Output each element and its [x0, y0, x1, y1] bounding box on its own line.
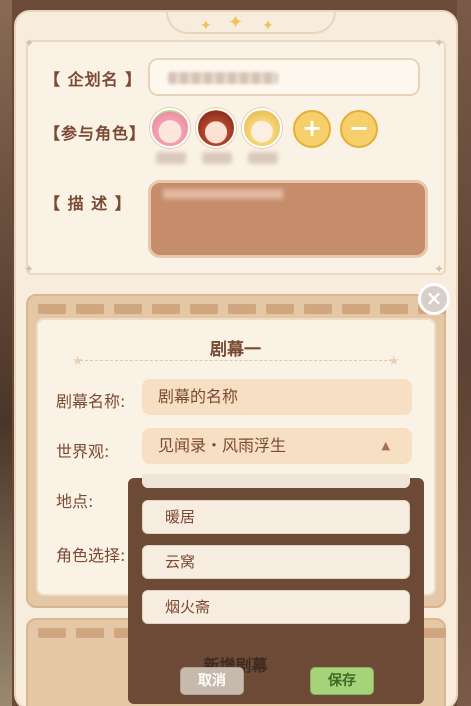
act-title: 剧幕一: [210, 340, 261, 360]
description-textarea[interactable]: [148, 180, 428, 258]
worldview-label: 世界观:: [56, 442, 110, 461]
character-avatar[interactable]: [242, 108, 282, 148]
blurred-character-name: [248, 152, 278, 164]
add-character-button[interactable]: +: [293, 110, 331, 148]
dropdown-item-partial[interactable]: [142, 474, 410, 488]
star-icon: ★: [388, 354, 400, 369]
location-option[interactable]: 烟火斋: [142, 590, 410, 624]
corner-star-icon: ✦: [434, 262, 445, 276]
plan-name-input[interactable]: [148, 58, 420, 96]
blurred-character-name: [202, 152, 232, 164]
description-label: 【 描 述 】: [44, 194, 132, 213]
act-name-input[interactable]: 剧幕的名称: [142, 379, 412, 415]
save-button[interactable]: 保存: [310, 667, 374, 695]
worldview-select[interactable]: 见闻录・风雨浮生 ▲: [142, 428, 412, 464]
card-tab-notch: [166, 12, 336, 34]
corner-star-icon: ✦: [434, 36, 445, 50]
location-option[interactable]: 暖居: [142, 500, 410, 534]
cancel-button[interactable]: 取消: [180, 667, 244, 695]
act-name-label: 剧幕名称:: [56, 392, 126, 411]
sparkle-icon: ✦: [200, 18, 212, 34]
act-name-placeholder: 剧幕的名称: [158, 387, 239, 406]
title-divider: [80, 360, 392, 361]
location-option[interactable]: 云窝: [142, 545, 410, 579]
location-label: 地点:: [56, 492, 94, 511]
character-select-label: 角色选择:: [56, 546, 126, 565]
blurred-plan-name: [168, 72, 278, 84]
sparkle-icon: ✦: [262, 18, 274, 34]
corner-star-icon: ✦: [24, 36, 35, 50]
remove-character-button[interactable]: −: [340, 110, 378, 148]
blurred-character-name: [156, 152, 186, 164]
blurred-description: [163, 189, 283, 199]
plan-name-label: 【 企划名 】: [44, 70, 143, 89]
star-icon: ★: [72, 354, 84, 369]
characters-label: 【参与角色】: [44, 124, 147, 143]
dropdown-arrow-icon: ▲: [381, 439, 390, 452]
sparkle-icon: ✦: [228, 12, 244, 33]
corner-star-icon: ✦: [24, 262, 35, 276]
close-act-button[interactable]: ×: [418, 283, 450, 315]
worldview-value: 见闻录・风雨浮生: [158, 436, 287, 455]
panel-decor-dashes: [38, 304, 446, 314]
character-avatar[interactable]: [196, 108, 236, 148]
character-avatar[interactable]: [150, 108, 190, 148]
